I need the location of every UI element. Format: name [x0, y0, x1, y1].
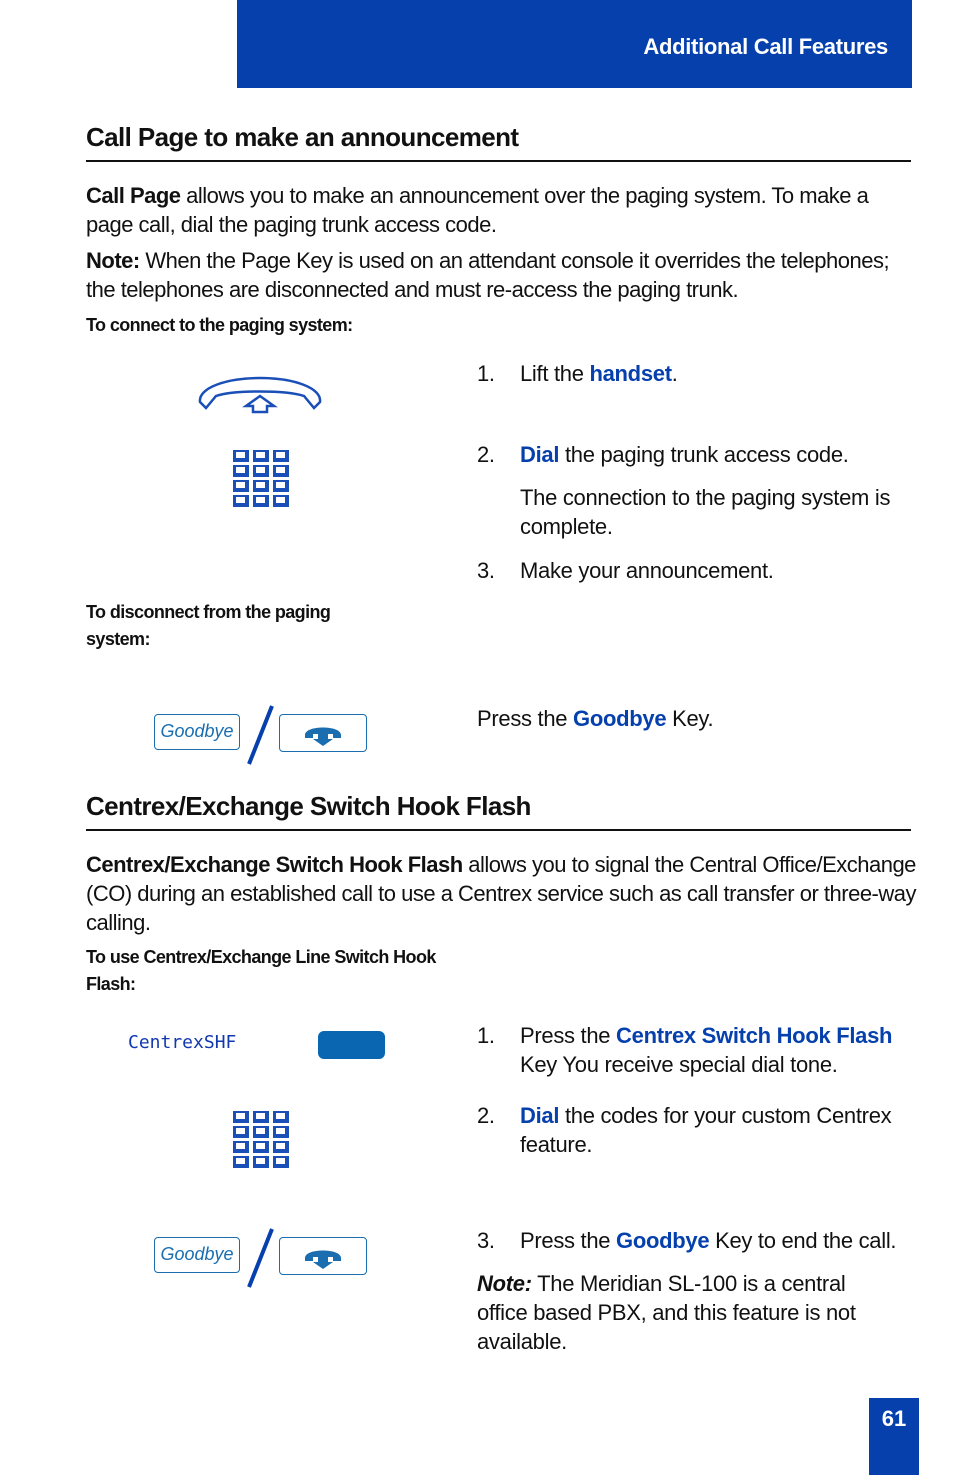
dialpad-key-face — [256, 1128, 265, 1134]
dialpad-key-face — [236, 467, 245, 473]
hangup-key[interactable] — [279, 1237, 367, 1275]
step-text: the paging trunk access code. — [559, 442, 849, 467]
header-title: Additional Call Features — [643, 34, 888, 59]
dialpad-key-face — [256, 452, 265, 458]
hangup-key-icon — [305, 1250, 341, 1269]
centrex-step-1: 1. Press the Centrex Switch Hook Flash K… — [477, 1021, 917, 1079]
step-number: 2. — [477, 1103, 495, 1128]
handset-lift-icon — [198, 376, 322, 414]
intro-term: Centrex/Exchange Switch Hook Flash — [86, 852, 463, 877]
lcd-softkey-label: CentrexSHF — [128, 1032, 237, 1053]
dialpad-key-face — [236, 452, 245, 458]
step-text: . — [671, 361, 678, 386]
dialpad-key-face — [276, 482, 285, 488]
step-text: Press the — [520, 1023, 617, 1048]
note-label: Note: — [477, 1271, 532, 1296]
dial-term: Dial — [520, 1103, 560, 1128]
step-number: 1. — [477, 361, 495, 386]
intro-term: Call Page — [86, 183, 181, 208]
hangup-key-icon — [305, 727, 341, 746]
section-rule — [86, 829, 911, 831]
step-3-announce: 3. Make your announcement. — [477, 556, 917, 585]
or-slash — [247, 705, 274, 765]
connect-heading: To connect to the paging system: — [86, 315, 353, 335]
header-bar: Additional Call Features — [237, 0, 912, 88]
section-title-centrex: Centrex/Exchange Switch Hook Flash — [86, 791, 531, 821]
step-text: Lift the — [520, 361, 590, 386]
step-text: Key You receive special dial tone. — [520, 1052, 838, 1077]
centrex-step-2: 2. Dial the codes for your custom Centre… — [477, 1101, 917, 1159]
dialpad-key-face — [256, 467, 265, 473]
dialpad-key-face — [256, 1158, 265, 1164]
step-number: 2. — [477, 442, 495, 467]
dialpad-key-face — [236, 1143, 245, 1149]
call-page-intro: Call Page allows you to make an announce… — [86, 181, 916, 239]
use-heading: To use Centrex/Exchange Line Switch Hook… — [86, 947, 436, 994]
dialpad-key-face — [256, 1113, 265, 1119]
or-slash — [247, 1228, 274, 1288]
centrex-softkey[interactable] — [318, 1031, 385, 1059]
dialpad-key-face — [236, 1113, 245, 1119]
dialpad-key-face — [236, 482, 245, 488]
dialpad-key-face — [276, 1143, 285, 1149]
disconnect-step: Press the Goodbye Key. — [477, 704, 917, 733]
centrex-key-term: Centrex Switch Hook Flash — [616, 1023, 893, 1048]
note-label: Note: — [86, 248, 140, 273]
dialpad-key-face — [236, 1128, 245, 1134]
dialpad-key-face — [276, 1113, 285, 1119]
goodbye-term: Goodbye — [616, 1228, 710, 1253]
step-text: the codes for your custom Centrex featur… — [520, 1103, 892, 1157]
dialpad-key-face — [276, 497, 285, 503]
step-result: The connection to the paging system is c… — [520, 485, 891, 539]
dialpad-key-face — [276, 1128, 285, 1134]
goodbye-key[interactable]: Goodbye — [154, 1237, 240, 1273]
step-number: 3. — [477, 1228, 495, 1253]
page-number: 61 — [869, 1398, 919, 1475]
dialpad-key-face — [236, 497, 245, 503]
step-text: Press the — [477, 706, 574, 731]
dialpad-icon — [233, 450, 289, 507]
step-2-dial: 2. Dial the paging trunk access code. Th… — [477, 440, 917, 541]
step-text: Make your announcement. — [520, 558, 774, 583]
dialpad-icon — [233, 1111, 289, 1168]
dialpad-key-face — [276, 452, 285, 458]
step-text: Key. — [666, 706, 714, 731]
note-text: When the Page Key is used on an attendan… — [86, 248, 890, 302]
dialpad-key-face — [256, 1143, 265, 1149]
dial-term: Dial — [520, 442, 560, 467]
intro-text: allows you to make an announcement over … — [86, 183, 869, 237]
call-page-note: Note: When the Page Key is used on an at… — [86, 246, 916, 304]
dialpad-key-face — [256, 482, 265, 488]
dialpad-key-face — [256, 497, 265, 503]
goodbye-term: Goodbye — [573, 706, 667, 731]
disconnect-heading: To disconnect from the paging system: — [86, 602, 331, 649]
step-1-lift-handset: 1. Lift the handset. — [477, 359, 917, 388]
dialpad-key-face — [276, 1158, 285, 1164]
goodbye-key[interactable]: Goodbye — [154, 714, 240, 750]
centrex-step-3: 3. Press the Goodbye Key to end the call… — [477, 1226, 937, 1255]
note-text: The Meridian SL-100 is a central office … — [477, 1271, 856, 1354]
centrex-note: Note: The Meridian SL-100 is a central o… — [477, 1269, 897, 1356]
step-number: 3. — [477, 558, 495, 583]
section-rule — [86, 160, 911, 162]
dialpad-key-face — [236, 1158, 245, 1164]
dialpad-key-face — [276, 467, 285, 473]
step-text: Key to end the call. — [709, 1228, 897, 1253]
handset-term: handset — [589, 361, 672, 386]
step-text: Press the — [520, 1228, 617, 1253]
section-title-call-page: Call Page to make an announcement — [86, 122, 519, 152]
step-number: 1. — [477, 1023, 495, 1048]
hangup-key[interactable] — [279, 714, 367, 752]
centrex-intro: Centrex/Exchange Switch Hook Flash allow… — [86, 850, 917, 937]
